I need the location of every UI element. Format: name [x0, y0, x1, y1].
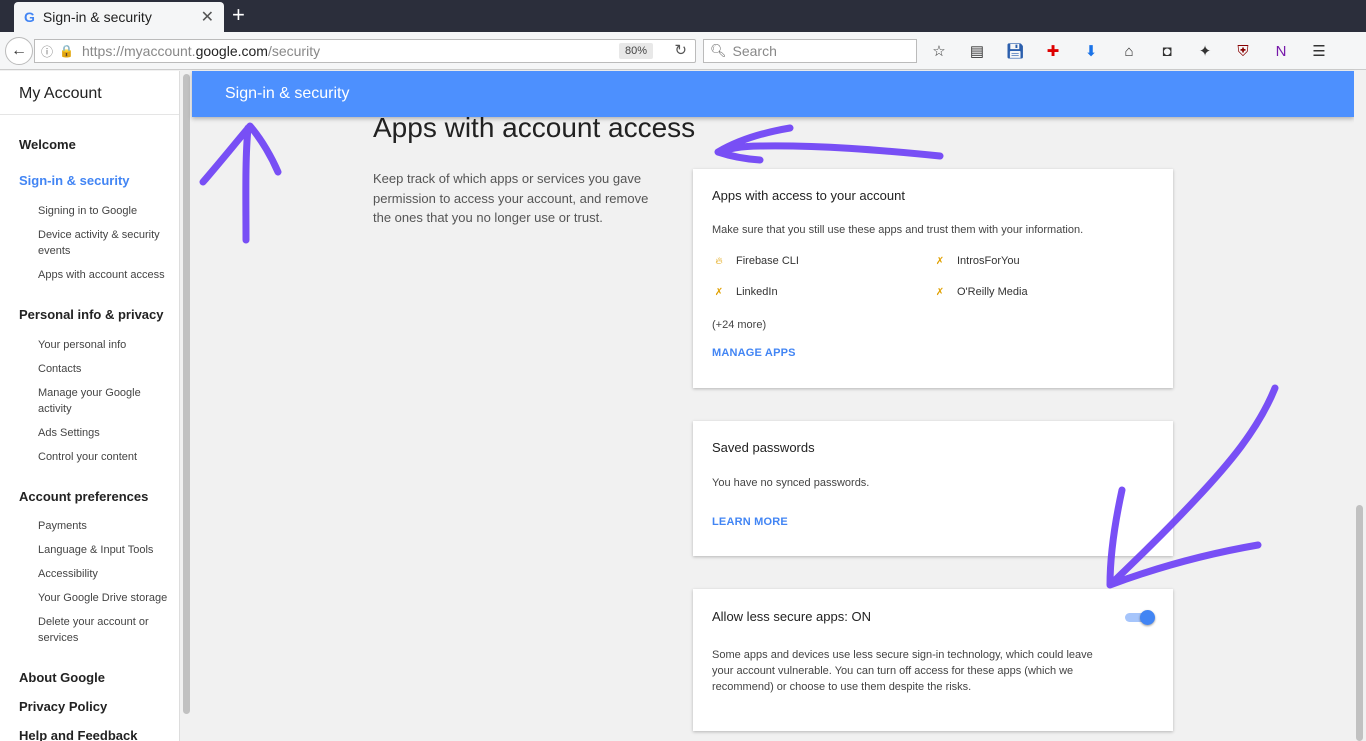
sidebar-subitem-payments[interactable]: Payments	[0, 518, 87, 534]
app-item: 🔥︎ Firebase CLI	[712, 255, 799, 267]
sidebar-item-about[interactable]: About Google	[0, 670, 105, 685]
main-scrollbar-thumb[interactable]	[1356, 505, 1363, 741]
addon-red-cross-icon[interactable]: ✚	[1042, 42, 1064, 60]
search-placeholder: Search	[732, 43, 777, 59]
passwords-card-title: Saved passwords	[712, 440, 815, 455]
search-box[interactable]: 🔍︎ Search	[703, 39, 917, 63]
home-icon[interactable]: ⌂	[1118, 43, 1140, 60]
saved-passwords-card: Saved passwords You have no synced passw…	[693, 421, 1173, 556]
less-secure-apps-card: Allow less secure apps: ON Some apps and…	[693, 589, 1173, 731]
sidebar-subitem-delete[interactable]: Delete your account or	[0, 614, 149, 630]
google-icon: G	[24, 9, 35, 25]
header-title: Sign-in & security	[225, 85, 350, 102]
less-secure-desc-line: Some apps and devices use less secure si…	[712, 649, 1093, 661]
sidebar-subitem-device-activity-2[interactable]: events	[0, 243, 70, 259]
apps-access-card: Apps with access to your account Make su…	[693, 169, 1173, 388]
sidebar-item-privacy[interactable]: Privacy Policy	[0, 699, 107, 714]
pocket-icon[interactable]: ◘	[1156, 43, 1178, 60]
sidebar-subitem-activity-2[interactable]: activity	[0, 401, 72, 417]
sidebar-scrollbar-thumb[interactable]	[183, 74, 190, 714]
app-item: ✗ IntrosForYou	[933, 255, 1020, 267]
search-icon: 🔍︎	[710, 43, 727, 58]
sidebar-item-signin[interactable]: Sign-in & security	[0, 173, 130, 188]
apps-card-desc: Make sure that you still use these apps …	[712, 224, 1084, 236]
tab-title: Sign-in & security	[42, 9, 152, 25]
zoom-level[interactable]: 80%	[618, 43, 653, 59]
sidebar-item-personal[interactable]: Personal info & privacy	[0, 307, 164, 322]
sidebar-subitem-delete-2[interactable]: services	[0, 630, 78, 646]
sidebar-title[interactable]: My Account	[0, 71, 179, 115]
apps-more-count: (+24 more)	[712, 319, 767, 331]
less-secure-title: Allow less secure apps: ON	[712, 609, 871, 624]
page-header: Sign-in & security	[192, 71, 1354, 117]
close-icon[interactable]: ✕	[201, 7, 214, 27]
sidebar-item-welcome[interactable]: Welcome	[0, 137, 76, 152]
onenote-icon[interactable]: N	[1270, 43, 1292, 60]
addon-icon[interactable]: ✦	[1194, 42, 1216, 60]
intro-text: Keep track of which apps or services you…	[373, 171, 649, 225]
sidebar-subitem-activity[interactable]: Manage your Google	[0, 385, 141, 401]
less-secure-desc-line: recommend) or choose to use them despite…	[712, 681, 972, 693]
download-icon[interactable]: ⬇	[1080, 42, 1102, 60]
sidebar-subitem-contacts[interactable]: Contacts	[0, 361, 81, 377]
app-key-icon: ✗	[935, 255, 945, 267]
sidebar-item-help[interactable]: Help and Feedback	[0, 728, 137, 741]
tab-bar: G Sign-in & security ✕ +	[0, 0, 1366, 32]
sidebar-subitem-signing-in[interactable]: Signing in to Google	[0, 203, 137, 219]
manage-apps-link[interactable]: MANAGE APPS	[712, 347, 796, 359]
back-button[interactable]: ←	[5, 37, 33, 65]
sidebar-subitem-apps-access[interactable]: Apps with account access	[0, 267, 165, 283]
sidebar-subitem-drive[interactable]: Your Google Drive storage	[0, 590, 167, 606]
sidebar-subitem-personal-info[interactable]: Your personal info	[0, 337, 126, 353]
toolbar: ☆ ▤ 💾︎ ✚ ⬇ ⌂ ◘ ✦ ⛨ N ☰	[928, 40, 1346, 62]
sidebar-subitem-content[interactable]: Control your content	[0, 449, 137, 465]
apps-card-title: Apps with access to your account	[712, 188, 905, 203]
ublock-icon[interactable]: ⛨	[1232, 43, 1254, 60]
lock-icon[interactable]: 🔒	[59, 44, 74, 58]
url-domain: google.com	[195, 43, 268, 59]
app-item: ✗ LinkedIn	[712, 286, 778, 298]
main-content: Apps with account access Keep track of w…	[192, 71, 1354, 741]
app-key-icon: ✗	[935, 286, 945, 298]
app-key-icon: ✗	[714, 286, 724, 298]
new-tab-icon[interactable]: +	[232, 4, 245, 26]
app-item: ✗ O'Reilly Media	[933, 286, 1028, 298]
toggle-knob	[1140, 610, 1155, 625]
url-prefix: https://myaccount.	[81, 43, 196, 59]
save-icon[interactable]: 💾︎	[1004, 42, 1026, 60]
sidebar-subitem-device-activity[interactable]: Device activity & security	[0, 227, 160, 243]
navigation-bar: ⓘ 🔒 https://myaccount. google.com/securit…	[0, 32, 1366, 70]
info-icon[interactable]: ⓘ	[41, 43, 53, 60]
url-path: /security	[267, 43, 321, 59]
sidebar-item-prefs[interactable]: Account preferences	[0, 489, 148, 504]
firebase-icon: 🔥︎	[715, 255, 723, 267]
learn-more-link[interactable]: LEARN MORE	[712, 516, 788, 528]
url-bar[interactable]: ⓘ 🔒 https://myaccount. google.com/securit…	[34, 39, 696, 63]
sidebar-subitem-ads[interactable]: Ads Settings	[0, 425, 100, 441]
passwords-card-desc: You have no synced passwords.	[712, 477, 870, 489]
menu-icon[interactable]: ☰	[1308, 42, 1330, 60]
less-secure-desc-line: your account vulnerable. You can turn of…	[712, 665, 1074, 677]
sidebar: My Account Welcome Sign-in & security Si…	[0, 71, 180, 741]
bookmark-star-icon[interactable]: ☆	[928, 42, 950, 60]
reading-list-icon[interactable]: ▤	[966, 42, 988, 60]
reload-icon[interactable]: ↻	[674, 41, 687, 59]
tab-sign-in-security[interactable]: G Sign-in & security ✕	[14, 2, 224, 32]
sidebar-subitem-language[interactable]: Language & Input Tools	[0, 542, 153, 558]
back-arrow-icon: ←	[11, 42, 27, 59]
less-secure-toggle[interactable]	[1125, 610, 1155, 625]
sidebar-subitem-accessibility[interactable]: Accessibility	[0, 566, 98, 582]
